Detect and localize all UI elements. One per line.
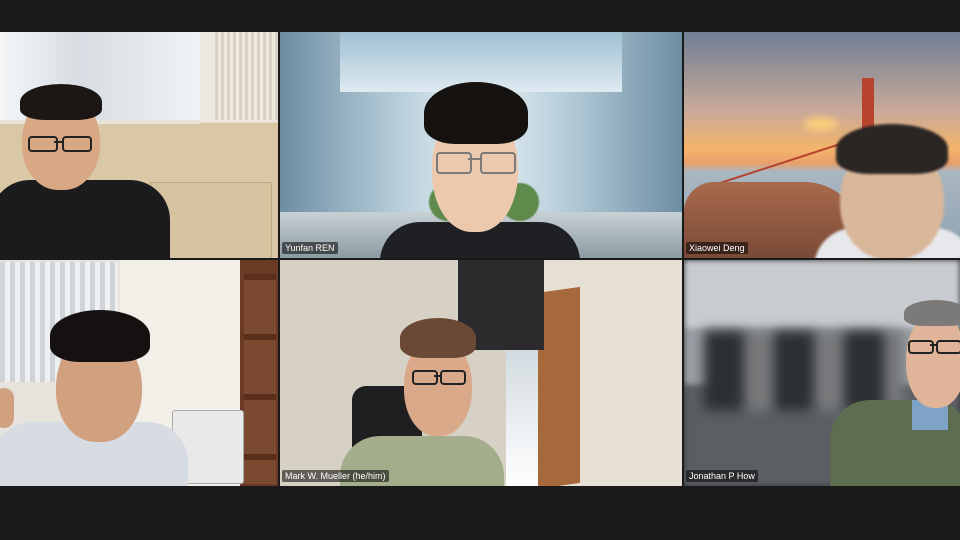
raised-hand (0, 388, 14, 428)
participant-name: Mark W. Mueller (he/him) (282, 470, 389, 482)
doorway-light (506, 340, 538, 486)
participant-name: Yunfan REN (282, 242, 338, 254)
video-grid: Yunfan REN Xiaowei Deng Mark W. Mueller … (0, 32, 960, 488)
participant-tile-3[interactable]: Xiaowei Deng (684, 32, 960, 258)
bookshelf (244, 274, 276, 484)
participant-tile-1[interactable] (0, 32, 278, 258)
participant-name: Jonathan P How (686, 470, 758, 482)
participant-name: Xiaowei Deng (686, 242, 748, 254)
blurred-monitors (704, 330, 904, 410)
participant-tile-6[interactable]: Jonathan P How (684, 260, 960, 486)
participant-tile-4[interactable] (0, 260, 278, 486)
participant-tile-5[interactable]: Mark W. Mueller (he/him) (280, 260, 682, 486)
participant-tile-2[interactable]: Yunfan REN (280, 32, 682, 258)
window-blinds (215, 32, 278, 120)
sun (804, 118, 838, 130)
